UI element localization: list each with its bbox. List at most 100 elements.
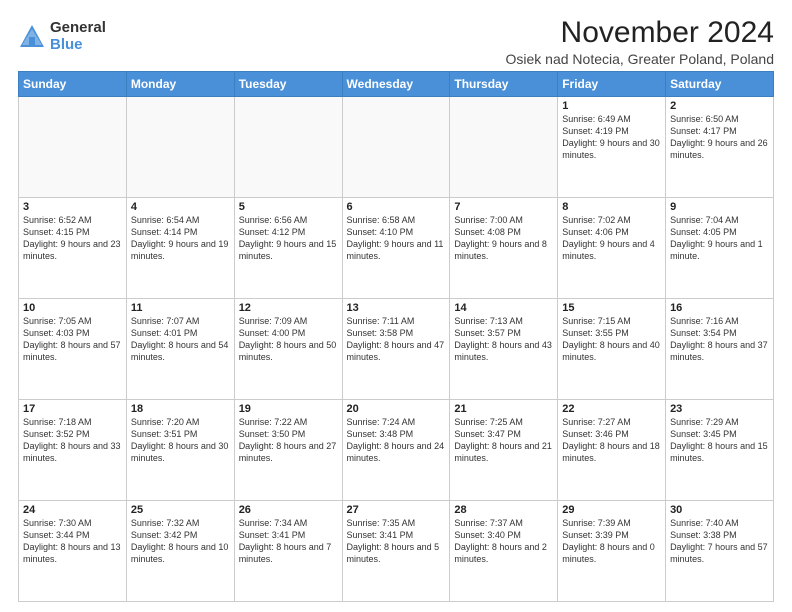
day-info: Sunrise: 7:18 AM Sunset: 3:52 PM Dayligh… <box>23 416 122 465</box>
header-row: Sunday Monday Tuesday Wednesday Thursday… <box>19 72 774 97</box>
day-number: 28 <box>454 504 553 516</box>
day-info: Sunrise: 7:22 AM Sunset: 3:50 PM Dayligh… <box>239 416 338 465</box>
calendar-cell: 30Sunrise: 7:40 AM Sunset: 3:38 PM Dayli… <box>666 501 774 602</box>
day-info: Sunrise: 7:13 AM Sunset: 3:57 PM Dayligh… <box>454 315 553 364</box>
calendar-cell: 20Sunrise: 7:24 AM Sunset: 3:48 PM Dayli… <box>342 400 450 501</box>
calendar-week-3: 10Sunrise: 7:05 AM Sunset: 4:03 PM Dayli… <box>19 299 774 400</box>
col-friday: Friday <box>558 72 666 97</box>
day-info: Sunrise: 7:29 AM Sunset: 3:45 PM Dayligh… <box>670 416 769 465</box>
calendar-cell: 8Sunrise: 7:02 AM Sunset: 4:06 PM Daylig… <box>558 198 666 299</box>
day-number: 14 <box>454 302 553 314</box>
day-info: Sunrise: 7:34 AM Sunset: 3:41 PM Dayligh… <box>239 517 338 566</box>
col-thursday: Thursday <box>450 72 558 97</box>
day-info: Sunrise: 7:04 AM Sunset: 4:05 PM Dayligh… <box>670 214 769 263</box>
day-info: Sunrise: 6:52 AM Sunset: 4:15 PM Dayligh… <box>23 214 122 263</box>
calendar-cell <box>19 97 127 198</box>
day-info: Sunrise: 7:02 AM Sunset: 4:06 PM Dayligh… <box>562 214 661 263</box>
calendar-cell: 11Sunrise: 7:07 AM Sunset: 4:01 PM Dayli… <box>126 299 234 400</box>
calendar-cell: 23Sunrise: 7:29 AM Sunset: 3:45 PM Dayli… <box>666 400 774 501</box>
day-info: Sunrise: 6:56 AM Sunset: 4:12 PM Dayligh… <box>239 214 338 263</box>
calendar-cell: 21Sunrise: 7:25 AM Sunset: 3:47 PM Dayli… <box>450 400 558 501</box>
day-number: 11 <box>131 302 230 314</box>
logo-icon <box>18 23 46 51</box>
day-info: Sunrise: 6:58 AM Sunset: 4:10 PM Dayligh… <box>347 214 446 263</box>
calendar-week-2: 3Sunrise: 6:52 AM Sunset: 4:15 PM Daylig… <box>19 198 774 299</box>
day-number: 30 <box>670 504 769 516</box>
day-number: 3 <box>23 201 122 213</box>
day-info: Sunrise: 7:32 AM Sunset: 3:42 PM Dayligh… <box>131 517 230 566</box>
logo-blue-text: Blue <box>50 37 106 54</box>
calendar-table: Sunday Monday Tuesday Wednesday Thursday… <box>18 71 774 602</box>
logo: General Blue <box>18 20 106 53</box>
day-number: 19 <box>239 403 338 415</box>
calendar-cell: 14Sunrise: 7:13 AM Sunset: 3:57 PM Dayli… <box>450 299 558 400</box>
day-info: Sunrise: 7:25 AM Sunset: 3:47 PM Dayligh… <box>454 416 553 465</box>
day-info: Sunrise: 7:16 AM Sunset: 3:54 PM Dayligh… <box>670 315 769 364</box>
calendar-cell: 4Sunrise: 6:54 AM Sunset: 4:14 PM Daylig… <box>126 198 234 299</box>
calendar-cell: 10Sunrise: 7:05 AM Sunset: 4:03 PM Dayli… <box>19 299 127 400</box>
day-number: 5 <box>239 201 338 213</box>
day-number: 15 <box>562 302 661 314</box>
calendar-cell: 15Sunrise: 7:15 AM Sunset: 3:55 PM Dayli… <box>558 299 666 400</box>
calendar-cell: 25Sunrise: 7:32 AM Sunset: 3:42 PM Dayli… <box>126 501 234 602</box>
calendar-week-4: 17Sunrise: 7:18 AM Sunset: 3:52 PM Dayli… <box>19 400 774 501</box>
calendar-cell: 24Sunrise: 7:30 AM Sunset: 3:44 PM Dayli… <box>19 501 127 602</box>
col-tuesday: Tuesday <box>234 72 342 97</box>
calendar-cell <box>342 97 450 198</box>
calendar-cell: 18Sunrise: 7:20 AM Sunset: 3:51 PM Dayli… <box>126 400 234 501</box>
day-number: 9 <box>670 201 769 213</box>
calendar-cell: 22Sunrise: 7:27 AM Sunset: 3:46 PM Dayli… <box>558 400 666 501</box>
day-number: 23 <box>670 403 769 415</box>
calendar-cell: 3Sunrise: 6:52 AM Sunset: 4:15 PM Daylig… <box>19 198 127 299</box>
col-wednesday: Wednesday <box>342 72 450 97</box>
day-info: Sunrise: 7:20 AM Sunset: 3:51 PM Dayligh… <box>131 416 230 465</box>
calendar-cell: 13Sunrise: 7:11 AM Sunset: 3:58 PM Dayli… <box>342 299 450 400</box>
day-number: 18 <box>131 403 230 415</box>
calendar-cell: 26Sunrise: 7:34 AM Sunset: 3:41 PM Dayli… <box>234 501 342 602</box>
day-info: Sunrise: 7:40 AM Sunset: 3:38 PM Dayligh… <box>670 517 769 566</box>
day-number: 26 <box>239 504 338 516</box>
calendar-body: 1Sunrise: 6:49 AM Sunset: 4:19 PM Daylig… <box>19 97 774 602</box>
logo-text: General Blue <box>50 20 106 53</box>
col-monday: Monday <box>126 72 234 97</box>
header: General Blue November 2024 Osiek nad Not… <box>18 16 774 67</box>
calendar-cell <box>126 97 234 198</box>
calendar-cell: 7Sunrise: 7:00 AM Sunset: 4:08 PM Daylig… <box>450 198 558 299</box>
month-title: November 2024 <box>506 16 775 49</box>
day-number: 10 <box>23 302 122 314</box>
calendar-cell: 1Sunrise: 6:49 AM Sunset: 4:19 PM Daylig… <box>558 97 666 198</box>
logo-general-text: General <box>50 20 106 37</box>
day-info: Sunrise: 7:37 AM Sunset: 3:40 PM Dayligh… <box>454 517 553 566</box>
calendar-week-5: 24Sunrise: 7:30 AM Sunset: 3:44 PM Dayli… <box>19 501 774 602</box>
calendar-cell: 28Sunrise: 7:37 AM Sunset: 3:40 PM Dayli… <box>450 501 558 602</box>
day-number: 7 <box>454 201 553 213</box>
day-number: 27 <box>347 504 446 516</box>
calendar-cell: 2Sunrise: 6:50 AM Sunset: 4:17 PM Daylig… <box>666 97 774 198</box>
day-number: 21 <box>454 403 553 415</box>
day-number: 8 <box>562 201 661 213</box>
day-number: 4 <box>131 201 230 213</box>
day-info: Sunrise: 7:05 AM Sunset: 4:03 PM Dayligh… <box>23 315 122 364</box>
day-number: 22 <box>562 403 661 415</box>
day-number: 6 <box>347 201 446 213</box>
day-info: Sunrise: 6:50 AM Sunset: 4:17 PM Dayligh… <box>670 113 769 162</box>
day-number: 16 <box>670 302 769 314</box>
calendar-cell: 17Sunrise: 7:18 AM Sunset: 3:52 PM Dayli… <box>19 400 127 501</box>
day-info: Sunrise: 7:27 AM Sunset: 3:46 PM Dayligh… <box>562 416 661 465</box>
day-info: Sunrise: 7:35 AM Sunset: 3:41 PM Dayligh… <box>347 517 446 566</box>
day-number: 24 <box>23 504 122 516</box>
day-number: 12 <box>239 302 338 314</box>
day-info: Sunrise: 7:00 AM Sunset: 4:08 PM Dayligh… <box>454 214 553 263</box>
day-number: 13 <box>347 302 446 314</box>
col-sunday: Sunday <box>19 72 127 97</box>
day-info: Sunrise: 7:11 AM Sunset: 3:58 PM Dayligh… <box>347 315 446 364</box>
day-info: Sunrise: 7:15 AM Sunset: 3:55 PM Dayligh… <box>562 315 661 364</box>
day-number: 20 <box>347 403 446 415</box>
day-number: 17 <box>23 403 122 415</box>
calendar-cell: 6Sunrise: 6:58 AM Sunset: 4:10 PM Daylig… <box>342 198 450 299</box>
calendar-cell: 9Sunrise: 7:04 AM Sunset: 4:05 PM Daylig… <box>666 198 774 299</box>
col-saturday: Saturday <box>666 72 774 97</box>
day-info: Sunrise: 6:49 AM Sunset: 4:19 PM Dayligh… <box>562 113 661 162</box>
calendar-cell: 29Sunrise: 7:39 AM Sunset: 3:39 PM Dayli… <box>558 501 666 602</box>
day-info: Sunrise: 7:09 AM Sunset: 4:00 PM Dayligh… <box>239 315 338 364</box>
